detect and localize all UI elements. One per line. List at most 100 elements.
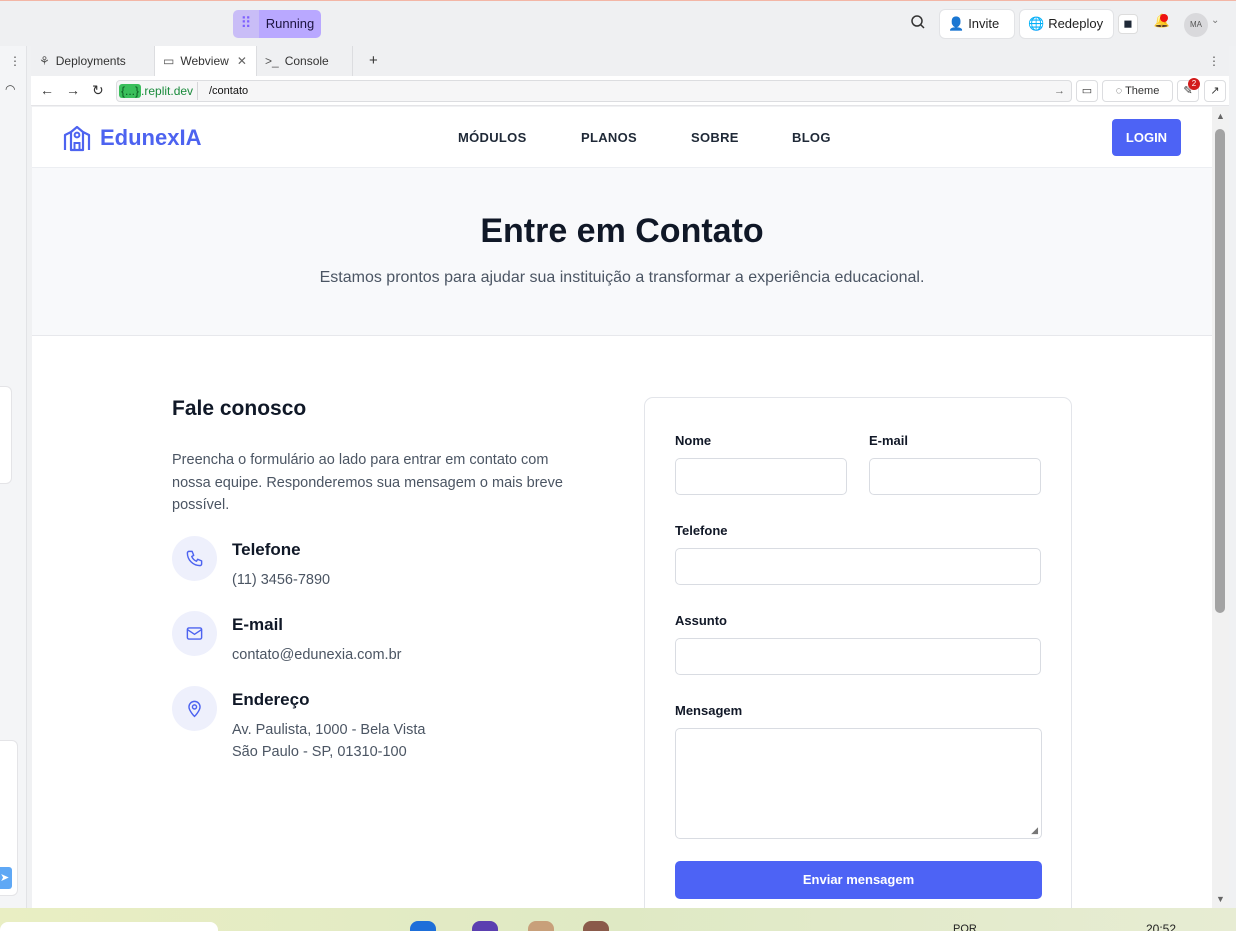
redeploy-label: Redeploy: [1048, 16, 1104, 31]
pane-tabbar: ⚘ Deployments ▭ Webview ✕ >_ Console + ⋮: [31, 46, 1229, 76]
tab-webview-label: Webview: [180, 54, 229, 68]
scroll-up-icon[interactable]: ▲: [1216, 111, 1225, 121]
go-arrow-icon[interactable]: →: [1054, 81, 1065, 101]
scrollbar-thumb[interactable]: [1215, 129, 1225, 613]
avatar[interactable]: MA: [1184, 13, 1208, 37]
tab-console[interactable]: >_ Console: [257, 46, 353, 76]
grid-icon[interactable]: ⠿: [233, 10, 259, 38]
name-label: Nome: [675, 433, 712, 448]
contact-form: Nome E-mail Telefone Assunto Mensagem ◢ …: [644, 397, 1072, 908]
devtools-badge: 2: [1188, 78, 1200, 90]
clock[interactable]: 20:52: [1146, 922, 1176, 931]
resize-handle-icon[interactable]: ◢: [1031, 825, 1038, 836]
mail-icon-badge: [172, 611, 217, 656]
phone-icon-badge: [172, 536, 217, 581]
monitor-icon: ▭: [163, 54, 175, 68]
mail-icon: [186, 627, 203, 640]
contact-phone-title: Telefone: [232, 540, 301, 559]
close-icon[interactable]: ✕: [237, 54, 247, 68]
url-host: {...} .replit.dev: [119, 82, 199, 100]
nav-link-blog[interactable]: BLOG: [792, 130, 831, 145]
contact-address-line2: São Paulo - SP, 01310-100: [232, 744, 407, 760]
brand-logo-text[interactable]: EdunexIA: [100, 125, 201, 151]
host-suffix: .replit.dev: [141, 84, 194, 98]
scroll-down-icon[interactable]: ▼: [1216, 894, 1225, 904]
subject-input[interactable]: [675, 638, 1041, 675]
contact-intro: Preencha o formulário ao lado para entra…: [172, 452, 563, 513]
os-taskbar: POR 20:52: [0, 908, 1236, 931]
phone-icon: [186, 550, 203, 567]
deployments-icon: ⚘: [39, 54, 50, 68]
chevron-down-icon[interactable]: ⌄: [1211, 15, 1219, 26]
page-subtitle: Estamos prontos para ajudar sua institui…: [319, 269, 925, 286]
page-title: Entre em Contato: [480, 212, 764, 250]
email-input[interactable]: [869, 458, 1041, 495]
tab-deployments-label: Deployments: [55, 54, 126, 68]
redeploy-button[interactable]: 🌐 Redeploy: [1019, 9, 1114, 39]
reload-icon[interactable]: ↻: [92, 82, 104, 99]
back-arrow-icon[interactable]: ←: [40, 82, 54, 98]
hero-section: Entre em Contato Estamos prontos para aj…: [32, 168, 1212, 336]
add-tab-button[interactable]: +: [361, 46, 381, 76]
url-path[interactable]: /contato: [209, 81, 248, 101]
map-pin-icon-badge: [172, 686, 217, 731]
extensions-icon[interactable]: ◼: [1118, 14, 1138, 34]
nav-link-modulos[interactable]: MÓDULOS: [458, 130, 527, 145]
theme-button[interactable]: ◌ Theme: [1102, 80, 1173, 102]
webview-scrollbar[interactable]: ▲ ▼: [1212, 107, 1229, 908]
tab-console-label: Console: [284, 54, 329, 68]
invite-label: Invite: [968, 16, 1000, 31]
subject-label: Assunto: [675, 613, 727, 628]
taskbar-app-icon[interactable]: [528, 921, 554, 931]
add-user-icon: 👤: [948, 16, 965, 31]
webview-address-bar: ← → ↻ {...} .replit.dev /contato → ▭ ◌ Th…: [31, 76, 1229, 106]
url-field[interactable]: {...} .replit.dev /contato →: [116, 80, 1072, 102]
contact-email-title: E-mail: [232, 615, 284, 634]
tab-webview[interactable]: ▭ Webview ✕: [155, 46, 257, 76]
gauge-icon[interactable]: ◠: [5, 82, 15, 96]
left-rail: ⋮ ◠ ➤: [0, 46, 27, 908]
taskbar-app-icon[interactable]: [410, 921, 436, 931]
nav-link-planos[interactable]: PLANOS: [581, 130, 637, 145]
taskbar-app-icon[interactable]: [472, 921, 498, 931]
contact-address-title: Endereço: [232, 690, 310, 709]
invite-button[interactable]: 👤 Invite: [939, 9, 1015, 39]
message-label: Mensagem: [675, 703, 743, 718]
send-icon[interactable]: ➤: [0, 867, 12, 889]
screen-icon[interactable]: ▭: [1076, 80, 1098, 102]
search-icon[interactable]: [910, 14, 930, 34]
workspace-header: ⠿ Running 👤Invite 🌐Redeploy ◼ 🔔 MA ⌄: [0, 0, 1236, 46]
contact-heading: Fale conosco: [172, 397, 307, 420]
submit-button[interactable]: Enviar mensagem: [675, 861, 1042, 899]
taskbar-app-icon[interactable]: [583, 921, 609, 931]
taskbar-search[interactable]: [0, 922, 218, 931]
contact-email-value: contato@edunexia.com.br: [232, 647, 402, 663]
external-link-icon[interactable]: ↗: [1204, 80, 1226, 102]
school-icon[interactable]: [62, 123, 92, 153]
phone-input[interactable]: [675, 548, 1041, 585]
webview-page: EdunexIA MÓDULOS PLANOS SOBRE BLOG LOGIN…: [32, 107, 1212, 908]
contact-address-line1: Av. Paulista, 1000 - Bela Vista: [232, 722, 426, 738]
name-input[interactable]: [675, 458, 847, 495]
map-pin-icon: [188, 700, 201, 718]
more-vertical-icon[interactable]: ⋮: [1208, 46, 1220, 76]
more-vertical-icon[interactable]: ⋮: [9, 54, 21, 68]
login-button[interactable]: LOGIN: [1112, 119, 1181, 156]
message-textarea[interactable]: ◢: [675, 728, 1042, 839]
site-navbar: EdunexIA MÓDULOS PLANOS SOBRE BLOG LOGIN: [32, 107, 1212, 168]
palette-icon: ◌: [1115, 85, 1126, 97]
deploy-icon: 🌐: [1028, 16, 1045, 31]
nav-link-sobre[interactable]: SOBRE: [691, 130, 739, 145]
forward-arrow-icon[interactable]: →: [66, 82, 80, 98]
email-label: E-mail: [869, 433, 909, 448]
side-panel-card: [0, 386, 12, 484]
language-indicator[interactable]: POR: [953, 923, 977, 931]
host-chip: {...}: [119, 84, 142, 98]
tab-deployments[interactable]: ⚘ Deployments: [31, 46, 155, 76]
phone-label: Telefone: [675, 523, 728, 538]
contact-phone-value: (11) 3456-7890: [232, 572, 331, 588]
terminal-icon: >_: [265, 54, 279, 68]
run-status-button[interactable]: Running: [259, 10, 321, 38]
theme-label: Theme: [1125, 85, 1160, 97]
contact-info: Fale conosco Preencha o formulário ao la…: [172, 397, 592, 760]
